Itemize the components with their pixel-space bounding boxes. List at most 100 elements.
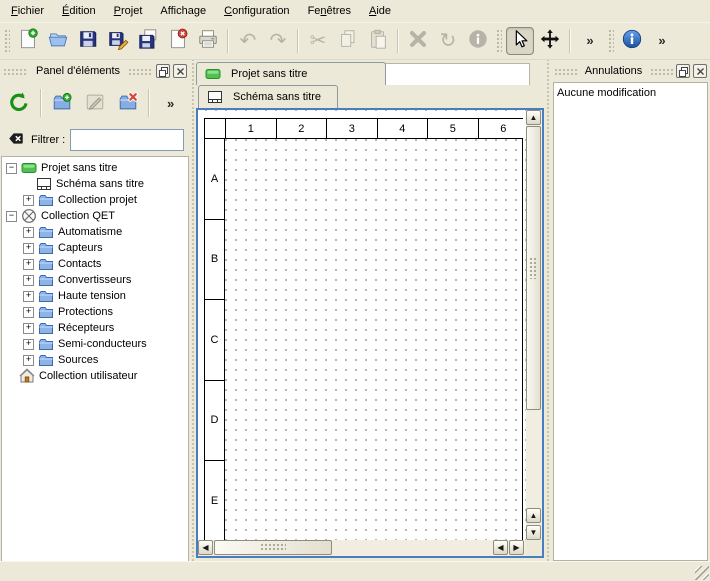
- status-bar: [0, 561, 710, 581]
- project-icon: [205, 66, 221, 82]
- expand-icon[interactable]: +: [23, 291, 34, 302]
- expand-icon[interactable]: +: [23, 307, 34, 318]
- delete-button[interactable]: [404, 27, 432, 55]
- elements-panel-toolbar: »: [0, 80, 190, 126]
- tree-item-collection-utilisateur[interactable]: Collection utilisateur: [2, 368, 188, 384]
- tree-item-semi-conducteurs[interactable]: +Semi-conducteurs: [2, 336, 188, 352]
- expand-icon[interactable]: +: [23, 355, 34, 366]
- menu-fichier[interactable]: Fichier: [2, 2, 53, 20]
- select-arrow-button[interactable]: [506, 27, 534, 55]
- edit-category-button[interactable]: [80, 87, 111, 119]
- info-blue-button[interactable]: [618, 27, 646, 55]
- expand-icon[interactable]: +: [23, 243, 34, 254]
- horizontal-scrollbar[interactable]: ◀ ◀ ▶: [198, 540, 526, 556]
- menu-fenetres[interactable]: Fenêtres: [299, 2, 360, 20]
- column-label: 1: [226, 119, 277, 138]
- menu-affichage[interactable]: Affichage: [151, 2, 215, 20]
- reload-collections-button[interactable]: [4, 87, 35, 119]
- menu-projet[interactable]: Projet: [105, 2, 152, 20]
- delete-category-button[interactable]: [112, 87, 143, 119]
- float-dock-button[interactable]: [676, 64, 690, 78]
- tree-item-convertisseurs[interactable]: +Convertisseurs: [2, 272, 188, 288]
- new-category-button[interactable]: [47, 87, 78, 119]
- menu-configuration[interactable]: Configuration: [215, 2, 298, 20]
- close-document-button[interactable]: [164, 27, 192, 55]
- collapse-icon[interactable]: −: [6, 211, 17, 222]
- tree-item-capteurs[interactable]: +Capteurs: [2, 240, 188, 256]
- clear-filter-icon[interactable]: [6, 131, 26, 149]
- expand-icon[interactable]: +: [23, 259, 34, 270]
- delete-icon: [407, 28, 429, 53]
- tab-project[interactable]: Projet sans titre: [196, 62, 386, 85]
- cut-button[interactable]: ✂: [304, 27, 332, 55]
- diagram-canvas[interactable]: 123456 ABCDE: [198, 110, 526, 540]
- collapse-icon[interactable]: −: [6, 163, 17, 174]
- scroll-up-button[interactable]: ▲: [526, 110, 541, 125]
- resize-grip[interactable]: [695, 566, 709, 580]
- undo-history-item[interactable]: Aucune modification: [557, 85, 704, 100]
- tree-item-protections[interactable]: +Protections: [2, 304, 188, 320]
- print-icon: [197, 28, 219, 53]
- expand-icon[interactable]: +: [23, 195, 34, 206]
- undo-button[interactable]: ↶: [234, 27, 262, 55]
- toolbar-drag-handle[interactable]: [496, 29, 502, 53]
- open-project-button[interactable]: [44, 27, 72, 55]
- dock-handle-texture[interactable]: [650, 68, 673, 75]
- save-button[interactable]: [74, 27, 102, 55]
- tree-item-recepteurs[interactable]: + Récepteurs: [2, 320, 188, 336]
- redo-icon: ↷: [270, 31, 287, 51]
- toolbar-drag-handle[interactable]: [4, 29, 10, 53]
- tree-item-collection-qet[interactable]: −Collection QET: [2, 208, 188, 224]
- tree-item-collection-projet[interactable]: + Collection projet: [2, 192, 188, 208]
- dock-handle-texture[interactable]: [554, 68, 577, 75]
- expand-icon[interactable]: +: [23, 339, 34, 350]
- tree-item-sources[interactable]: +Sources: [2, 352, 188, 368]
- copy-button[interactable]: [334, 27, 362, 55]
- new-document-button[interactable]: [14, 27, 42, 55]
- expand-icon[interactable]: +: [23, 323, 34, 334]
- redo-button[interactable]: ↷: [264, 27, 292, 55]
- save-as-button[interactable]: [104, 27, 132, 55]
- tree-item-projet-sans-titre[interactable]: −Projet sans titre: [2, 160, 188, 176]
- save-all-button[interactable]: [134, 27, 162, 55]
- print-button[interactable]: [194, 27, 222, 55]
- toolbar-drag-handle[interactable]: [608, 29, 614, 53]
- move-button[interactable]: [536, 27, 564, 55]
- scroll-left-button[interactable]: ◀: [493, 540, 508, 555]
- close-dock-button[interactable]: [693, 64, 707, 78]
- vertical-scrollbar[interactable]: ▲ ▲ ▼: [526, 110, 542, 540]
- column-label: 3: [327, 119, 378, 138]
- vertical-scroll-thumb[interactable]: [526, 126, 541, 410]
- filter-input[interactable]: [70, 129, 184, 151]
- horizontal-scroll-thumb[interactable]: [214, 540, 332, 555]
- menu-edition[interactable]: Édition: [53, 2, 105, 20]
- menu-aide[interactable]: Aide: [360, 2, 400, 20]
- tree-item-label: Récepteurs: [58, 322, 114, 334]
- info-blue-icon: [621, 28, 643, 53]
- paste-button[interactable]: [364, 27, 392, 55]
- dock-handle-texture[interactable]: [128, 68, 153, 75]
- scroll-right-button[interactable]: ▶: [509, 540, 524, 555]
- close-dock-button[interactable]: [173, 64, 187, 78]
- tree-item-contacts[interactable]: +Contacts: [2, 256, 188, 272]
- tree-item-haute-tension[interactable]: +Haute tension: [2, 288, 188, 304]
- tree-item-schema-sans-titre[interactable]: Schéma sans titre: [2, 176, 188, 192]
- expand-icon[interactable]: +: [23, 227, 34, 238]
- main-area: Panel d'éléments » Filtrer : −Projet san…: [0, 60, 710, 562]
- overflow-chevron-button[interactable]: »: [648, 27, 676, 55]
- rotate-button[interactable]: ↻: [434, 27, 462, 55]
- expand-icon[interactable]: +: [23, 275, 34, 286]
- scroll-up-button[interactable]: ▲: [526, 508, 541, 523]
- overflow-chevron-button[interactable]: »: [576, 27, 604, 55]
- info-button[interactable]: [464, 27, 492, 55]
- overflow-chevron-button[interactable]: »: [155, 87, 186, 119]
- tree-item-label: Collection projet: [58, 194, 137, 206]
- float-dock-button[interactable]: [156, 64, 170, 78]
- tree-item-automatisme[interactable]: +Automatisme: [2, 224, 188, 240]
- tab-diagram[interactable]: Schéma sans titre: [198, 85, 338, 108]
- dock-handle-texture[interactable]: [3, 68, 28, 75]
- scroll-left-button[interactable]: ◀: [198, 540, 213, 555]
- toolbar-separator: [40, 89, 42, 117]
- folder-icon: [38, 256, 54, 272]
- scroll-down-button[interactable]: ▼: [526, 525, 541, 540]
